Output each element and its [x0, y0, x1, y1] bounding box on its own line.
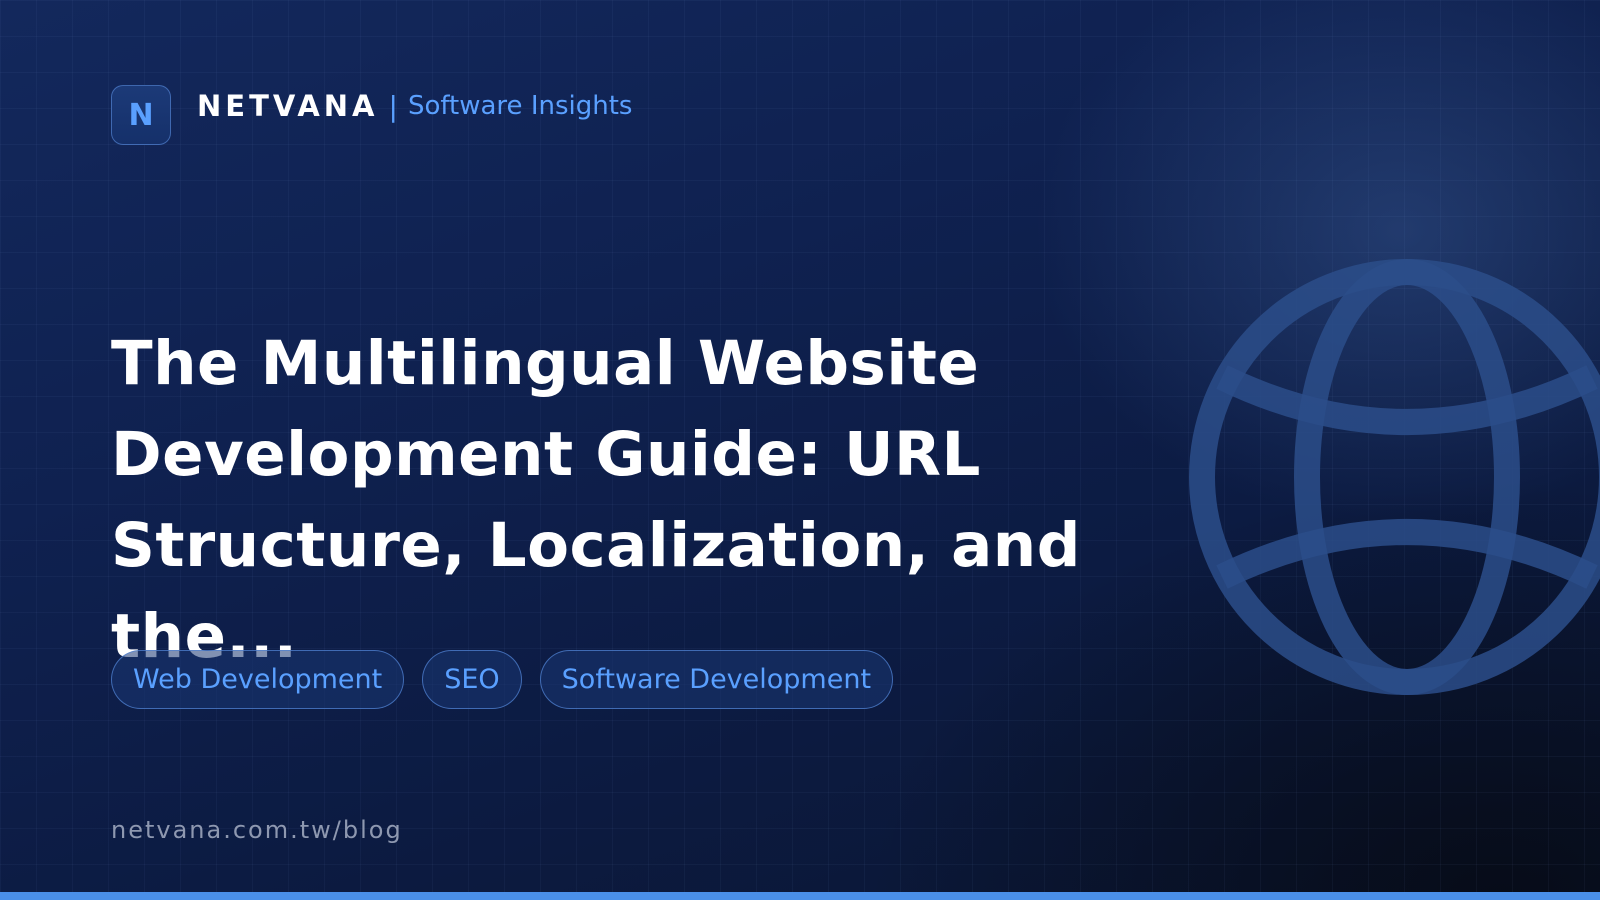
tag-seo[interactable]: SEO — [422, 650, 522, 709]
brand-name: NETVANA — [197, 89, 379, 123]
brand-tagline: Software Insights — [407, 91, 633, 121]
article-title: The Multilingual Website Development Gui… — [111, 328, 1081, 672]
blog-url: netvana.com.tw/blog — [111, 816, 403, 844]
social-card: N NETVANA | Software Insights The Multil… — [0, 0, 1600, 900]
tag-web-development[interactable]: Web Development — [111, 650, 405, 709]
brand-logo: N — [111, 85, 171, 145]
bottom-accent-bar — [0, 892, 1600, 900]
tag-list: Web Development SEO Software Development — [111, 650, 894, 709]
brand-header: N NETVANA | Software Insights — [111, 85, 632, 145]
brand-separator: | — [388, 89, 398, 123]
globe-icon — [1189, 259, 1600, 695]
tag-software-development[interactable]: Software Development — [539, 650, 894, 709]
